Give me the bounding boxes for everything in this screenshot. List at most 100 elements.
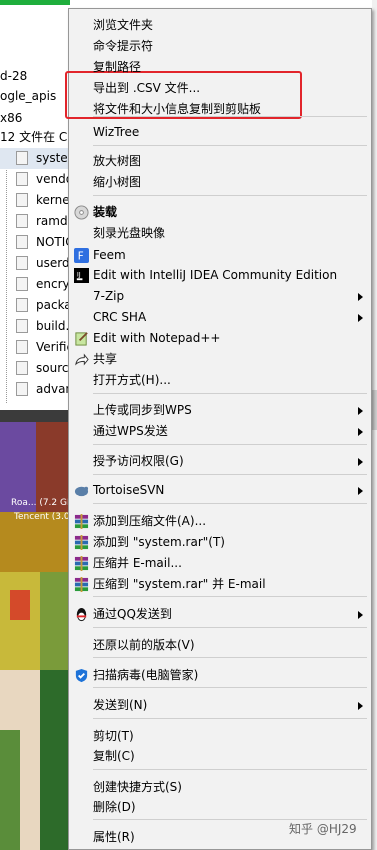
menu-item-copy-file-size-info[interactable]: 将文件和大小信息复制到剪贴板 bbox=[69, 99, 371, 120]
menu-item-7zip[interactable]: 7-Zip bbox=[69, 286, 371, 307]
menu-item-open-with[interactable]: 打开方式(H)... bbox=[69, 370, 371, 391]
menu-item-delete[interactable]: 删除(D) bbox=[69, 797, 371, 818]
menu-separator bbox=[93, 657, 367, 658]
tencent-pc-manager-icon bbox=[74, 668, 89, 683]
menu-item-copy-path[interactable]: 复制路径 bbox=[69, 57, 371, 78]
menu-item-label: 添加到压缩文件(A)... bbox=[93, 511, 206, 532]
menu-item-send-to[interactable]: 发送到(N) bbox=[69, 695, 371, 716]
file-row[interactable]: system bbox=[0, 148, 70, 169]
menu-item-label: CRC SHA bbox=[93, 307, 146, 328]
menu-item-feem[interactable]: FFeem bbox=[69, 245, 371, 266]
file-icon bbox=[16, 319, 28, 333]
share-icon bbox=[74, 352, 89, 367]
file-row[interactable]: ramdis bbox=[0, 211, 70, 232]
menu-separator bbox=[93, 474, 367, 475]
intellij-icon: IJ bbox=[74, 268, 89, 283]
menu-item-label: 缩小树图 bbox=[93, 172, 141, 193]
file-icon bbox=[16, 382, 28, 396]
menu-item-label: TortoiseSVN bbox=[93, 480, 164, 501]
list-line: x86 bbox=[0, 108, 22, 128]
menu-item-edit-with-notepadpp[interactable]: Edit with Notepad++ bbox=[69, 328, 371, 349]
winrar-icon bbox=[74, 556, 89, 571]
submenu-arrow-icon bbox=[358, 702, 363, 710]
menu-item-label: WizTree bbox=[93, 122, 139, 143]
file-icon bbox=[16, 256, 28, 270]
qq-icon bbox=[74, 607, 89, 622]
menu-item-compress-to-system-rar-and-email[interactable]: 压缩到 "system.rar" 并 E-mail bbox=[69, 574, 371, 595]
menu-item-label: 授予访问权限(G) bbox=[93, 451, 184, 472]
menu-item-label: 浏览文件夹 bbox=[93, 15, 153, 36]
menu-separator bbox=[93, 687, 367, 688]
menu-separator bbox=[93, 195, 367, 196]
context-menu: 浏览文件夹命令提示符复制路径导出到 .CSV 文件...将文件和大小信息复制到剪… bbox=[68, 8, 372, 850]
winrar-icon bbox=[74, 577, 89, 592]
menu-item-add-to-archive[interactable]: 添加到压缩文件(A)... bbox=[69, 511, 371, 532]
menu-item-tortoisesvn[interactable]: TortoiseSVN bbox=[69, 480, 371, 501]
menu-item-copy[interactable]: 复制(C) bbox=[69, 746, 371, 767]
treemap-view[interactable]: Roa... (7.2 GB) Tencent (3.0 G bbox=[0, 410, 70, 670]
feem-icon: F bbox=[74, 248, 89, 263]
menu-item-scan-virus[interactable]: 扫描病毒(电脑管家) bbox=[69, 665, 371, 686]
watermark: 知乎 @HJ29 bbox=[289, 820, 357, 837]
menu-separator bbox=[93, 145, 367, 146]
menu-separator bbox=[93, 503, 367, 504]
menu-item-burn-disc-image[interactable]: 刻录光盘映像 bbox=[69, 223, 371, 244]
menu-item-export-csv[interactable]: 导出到 .CSV 文件... bbox=[69, 78, 371, 99]
file-icon bbox=[16, 298, 28, 312]
file-row[interactable]: NOTIC bbox=[0, 232, 70, 253]
disk-usage-bar bbox=[0, 0, 70, 5]
menu-item-create-shortcut[interactable]: 创建快捷方式(S) bbox=[69, 777, 371, 798]
file-row[interactable]: packag bbox=[0, 295, 70, 316]
menu-item-label: 导出到 .CSV 文件... bbox=[93, 78, 200, 99]
menu-item-edit-with-intellij[interactable]: IJEdit with IntelliJ IDEA Community Edit… bbox=[69, 265, 371, 286]
menu-item-browse-folder[interactable]: 浏览文件夹 bbox=[69, 15, 371, 36]
menu-item-label: 装载 bbox=[93, 202, 117, 223]
menu-item-share[interactable]: 共享 bbox=[69, 349, 371, 370]
menu-item-label: 扫描病毒(电脑管家) bbox=[93, 665, 198, 686]
menu-item-label: 发送到(N) bbox=[93, 695, 147, 716]
file-row[interactable]: advan bbox=[0, 379, 70, 400]
menu-item-cut[interactable]: 剪切(T) bbox=[69, 726, 371, 747]
menu-item-wiztree[interactable]: WizTree bbox=[69, 122, 371, 143]
file-row[interactable]: vendo bbox=[0, 169, 70, 190]
menu-item-restore-previous-versions[interactable]: 还原以前的版本(V) bbox=[69, 635, 371, 656]
menu-item-label: 通过QQ发送到 bbox=[93, 604, 172, 625]
menu-item-zoom-in-treemap[interactable]: 放大树图 bbox=[69, 151, 371, 172]
menu-item-grant-access[interactable]: 授予访问权限(G) bbox=[69, 451, 371, 472]
menu-item-crc-sha[interactable]: CRC SHA bbox=[69, 307, 371, 328]
file-row[interactable]: kernel bbox=[0, 190, 70, 211]
file-icon bbox=[16, 277, 28, 291]
menu-item-compress-and-email[interactable]: 压缩并 E-mail... bbox=[69, 553, 371, 574]
file-row[interactable]: userda bbox=[0, 253, 70, 274]
menu-item-label: 复制路径 bbox=[93, 57, 141, 78]
menu-item-label: Edit with Notepad++ bbox=[93, 328, 220, 349]
menu-item-mount[interactable]: 装载 bbox=[69, 202, 371, 223]
menu-separator bbox=[93, 718, 367, 719]
menu-item-label: 将文件和大小信息复制到剪贴板 bbox=[93, 99, 261, 120]
file-row[interactable]: encryp bbox=[0, 274, 70, 295]
menu-item-command-prompt[interactable]: 命令提示符 bbox=[69, 36, 371, 57]
menu-item-send-via-qq[interactable]: 通过QQ发送到 bbox=[69, 604, 371, 625]
menu-item-label: 属性(R) bbox=[93, 827, 135, 848]
menu-item-zoom-out-treemap[interactable]: 缩小树图 bbox=[69, 172, 371, 193]
submenu-arrow-icon bbox=[358, 458, 363, 466]
submenu-arrow-icon bbox=[358, 314, 363, 322]
file-icon bbox=[16, 361, 28, 375]
menu-item-add-to-system-rar[interactable]: 添加到 "system.rar"(T) bbox=[69, 532, 371, 553]
menu-item-label: 剪切(T) bbox=[93, 726, 134, 747]
menu-item-label: 打开方式(H)... bbox=[93, 370, 171, 391]
file-row[interactable]: source bbox=[0, 358, 70, 379]
menu-item-label: 还原以前的版本(V) bbox=[93, 635, 195, 656]
menu-item-label: 压缩并 E-mail... bbox=[93, 553, 182, 574]
menu-item-label: 放大树图 bbox=[93, 151, 141, 172]
menu-item-label: 压缩到 "system.rar" 并 E-mail bbox=[93, 574, 266, 595]
file-row[interactable]: Verifie bbox=[0, 337, 70, 358]
tortoisesvn-icon bbox=[74, 483, 89, 498]
notepadpp-icon bbox=[74, 331, 89, 346]
menu-item-label: 创建快捷方式(S) bbox=[93, 777, 182, 798]
menu-item-send-via-wps[interactable]: 通过WPS发送 bbox=[69, 421, 371, 442]
file-icon bbox=[16, 193, 28, 207]
menu-separator bbox=[93, 444, 367, 445]
menu-item-upload-sync-wps[interactable]: 上传或同步到WPS bbox=[69, 400, 371, 421]
file-row[interactable]: build.p bbox=[0, 316, 70, 337]
